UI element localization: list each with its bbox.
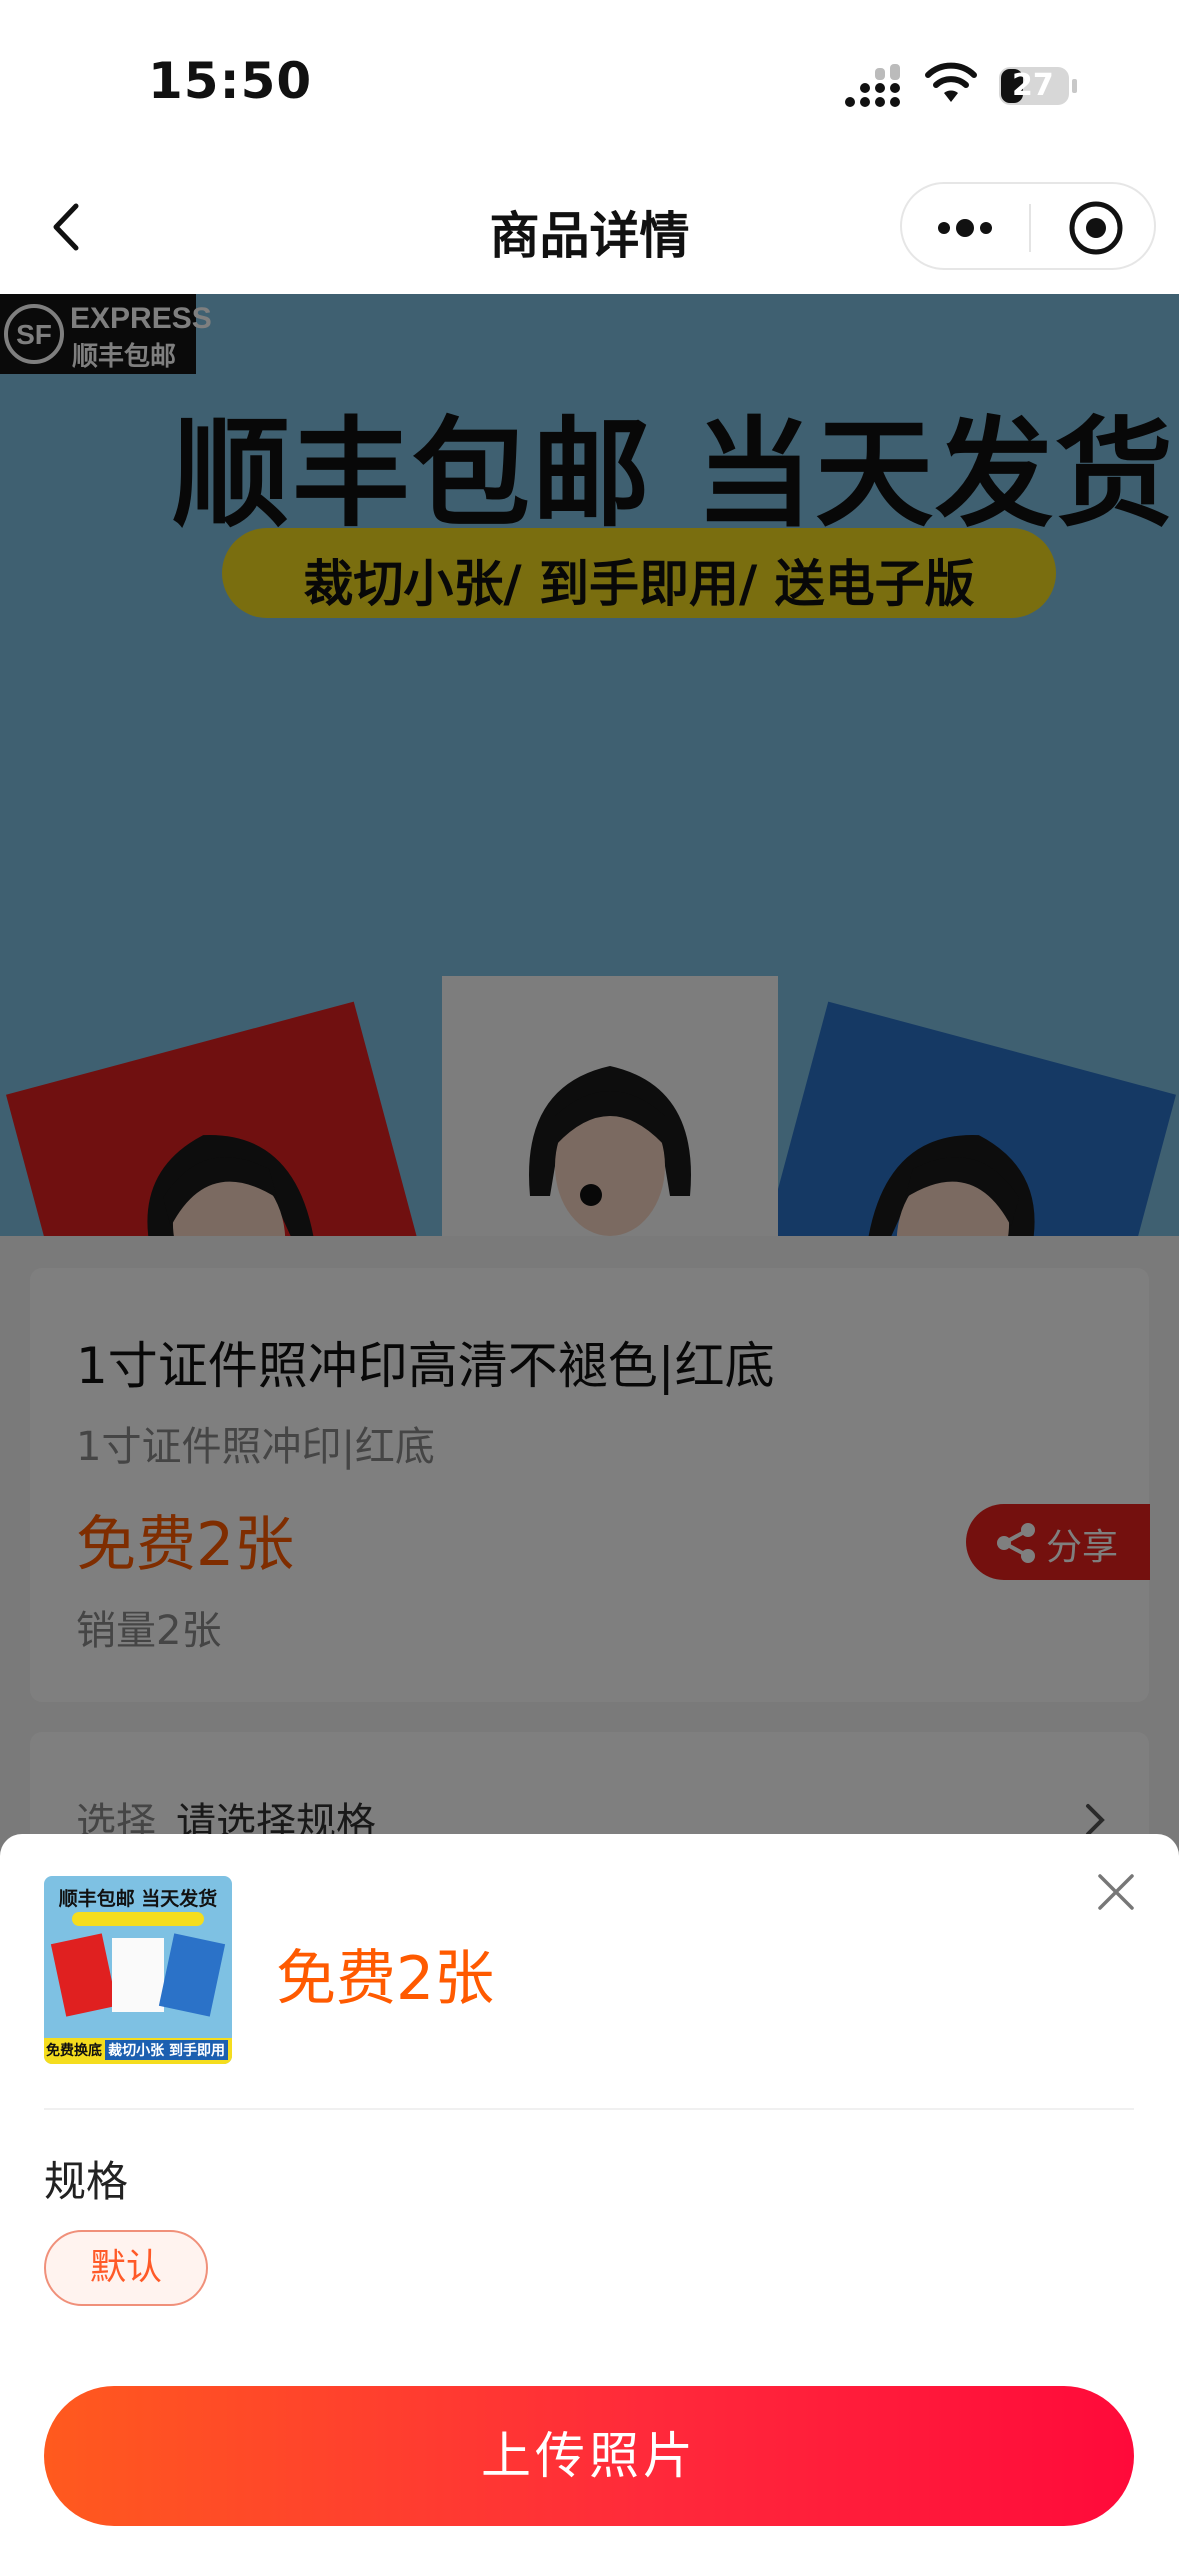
mini-program-capsule (900, 182, 1156, 270)
close-miniprogram-target-icon[interactable] (1066, 198, 1126, 258)
sheet-divider (44, 2108, 1134, 2110)
capsule-divider (1029, 204, 1031, 252)
battery-icon: 27 (998, 66, 1078, 106)
wifi-icon (925, 62, 977, 102)
close-icon[interactable] (1090, 1866, 1142, 1918)
thumb-tagline-pill (72, 1912, 204, 1926)
upload-photo-button[interactable]: 上传照片 (44, 2386, 1134, 2526)
sheet-price: 免费2张 (276, 1944, 495, 2014)
cellular-signal-icon (845, 64, 900, 107)
battery-level: 27 (1012, 68, 1054, 103)
thumb-right-tag: 裁切小张 到手即用 (105, 2040, 228, 2060)
spec-option-default[interactable]: 默认 (44, 2230, 208, 2306)
spec-heading: 规格 (44, 2157, 129, 2206)
thumb-left-tag: 免费换底 (46, 2043, 102, 2059)
modal-backdrop[interactable] (0, 294, 1179, 1894)
more-dots-icon[interactable] (934, 210, 996, 246)
status-time: 15:50 (148, 52, 313, 110)
product-thumbnail: 顺丰包邮 当天发货 免费换底 裁切小张 到手即用 (44, 1876, 232, 2064)
thumb-headline: 顺丰包邮 当天发货 (58, 1888, 218, 1910)
